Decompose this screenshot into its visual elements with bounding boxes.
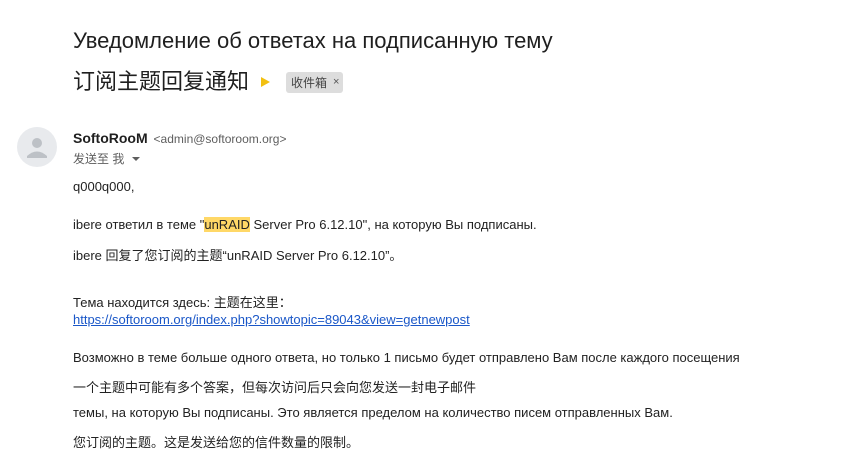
- sender-email: <admin@softoroom.org>: [153, 132, 287, 146]
- email-subject-zh-row: 订阅主题回复通知 收件箱 ×: [73, 64, 344, 96]
- recipient-text: 发送至 我: [73, 152, 125, 166]
- recipient-line[interactable]: 发送至 我: [73, 150, 141, 167]
- notice-ru-line-1: Возможно в теме больше одного ответа, но…: [73, 350, 740, 365]
- sender-name[interactable]: SoftoRooM: [73, 130, 148, 146]
- reply-ru-text-after: Server Pro 6.12.10", на которую Вы подпи…: [249, 217, 537, 232]
- chevron-down-icon[interactable]: [132, 156, 141, 161]
- reply-notice-ru: ibere ответил в теме "unRAID Server Pro …: [73, 217, 537, 232]
- topic-link-row: https://softoroom.org/index.php?showtopi…: [73, 312, 470, 327]
- email-subject-zh: 订阅主题回复通知: [73, 69, 250, 94]
- reply-ru-text-before: ibere ответил в теме ": [73, 217, 205, 232]
- sender-info: SoftoRooM <admin@softoroom.org>: [73, 130, 286, 146]
- notice-zh-line-1: 一个主题中可能有多个答案，但每次访问后只会向您发送一封电子邮件: [73, 380, 477, 395]
- notice-ru-line-2: темы, на которую Вы подписаны. Это являе…: [73, 405, 673, 420]
- remove-label-icon[interactable]: ×: [333, 76, 339, 88]
- notice-zh-line-2: 您订阅的主题。这是发送给您的信件数量的限制。: [73, 435, 360, 450]
- email-subject-ru: Уведомление об ответах на подписанную те…: [73, 28, 553, 53]
- topic-location-label: Тема находится здесь: 主题在这里：: [73, 295, 292, 310]
- greeting-text: q000q000,: [73, 179, 135, 194]
- importance-marker-icon[interactable]: [261, 77, 271, 87]
- inbox-label-text: 收件箱: [291, 75, 328, 90]
- topic-link[interactable]: https://softoroom.org/index.php?showtopi…: [73, 312, 470, 327]
- search-highlight: unRAID: [204, 217, 250, 232]
- inbox-label-chip[interactable]: 收件箱 ×: [286, 71, 344, 93]
- default-avatar-icon[interactable]: [17, 127, 57, 167]
- reply-notice-zh: ibere 回复了您订阅的主题“unRAID Server Pro 6.12.1…: [73, 248, 403, 263]
